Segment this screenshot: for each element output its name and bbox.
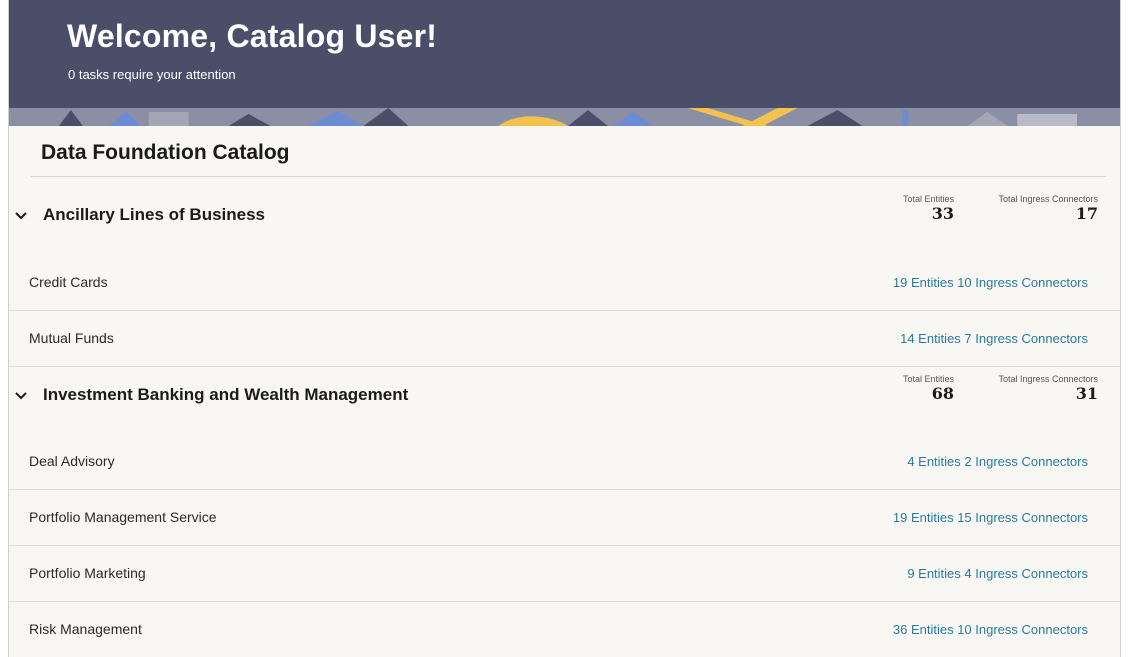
item-name: Portfolio Management Service xyxy=(29,509,217,525)
item-name: Risk Management xyxy=(29,621,142,637)
total-connectors-label: Total Ingress Connectors xyxy=(998,194,1098,204)
total-connectors-value: 17 xyxy=(1075,204,1098,223)
item-name: Portfolio Marketing xyxy=(29,565,146,581)
connectors-link[interactable]: 7 Ingress Connectors xyxy=(964,331,1088,346)
entities-link[interactable]: 36 Entities xyxy=(893,622,954,637)
total-entities-label: Total Entities xyxy=(902,194,954,204)
entities-link[interactable]: 9 Entities xyxy=(907,566,960,581)
item-counts: 19 Entities 15 Ingress Connectors xyxy=(893,510,1088,525)
entities-link[interactable]: 4 Entities xyxy=(907,454,960,469)
app-frame: Welcome, Catalog User! 0 tasks require y… xyxy=(8,0,1121,657)
group-title: Ancillary Lines of Business xyxy=(43,205,266,224)
banner-decoration xyxy=(9,108,1120,126)
group-title: Investment Banking and Wealth Management xyxy=(43,385,409,404)
connectors-link[interactable]: 10 Ingress Connectors xyxy=(957,622,1088,637)
group-header-investment[interactable]: Investment Banking and Wealth Management… xyxy=(9,368,1120,428)
total-entities-value: 33 xyxy=(931,204,954,223)
connectors-link[interactable]: 4 Ingress Connectors xyxy=(964,566,1088,581)
entities-link[interactable]: 19 Entities xyxy=(893,510,954,525)
catalog-card: Data Foundation Catalog Ancillary Lines … xyxy=(9,126,1120,657)
welcome-title: Welcome, Catalog User! xyxy=(67,18,438,54)
entities-link[interactable]: 14 Entities xyxy=(900,331,961,346)
connectors-link[interactable]: 2 Ingress Connectors xyxy=(964,454,1088,469)
item-counts: 14 Entities 7 Ingress Connectors xyxy=(900,331,1088,346)
group-header-ancillary[interactable]: Ancillary Lines of Business Total Entiti… xyxy=(9,188,1120,248)
list-item[interactable]: Credit Cards 19 Entities 10 Ingress Conn… xyxy=(9,255,1120,311)
total-connectors-label: Total Ingress Connectors xyxy=(998,374,1098,384)
list-item[interactable]: Mutual Funds 14 Entities 7 Ingress Conne… xyxy=(9,311,1120,367)
total-entities-label: Total Entities xyxy=(902,374,954,384)
total-connectors-value: 31 xyxy=(1075,384,1098,403)
total-entities-value: 68 xyxy=(931,384,954,403)
item-counts: 4 Entities 2 Ingress Connectors xyxy=(907,454,1088,469)
item-counts: 9 Entities 4 Ingress Connectors xyxy=(907,566,1088,581)
list-item[interactable]: Risk Management 36 Entities 10 Ingress C… xyxy=(9,602,1120,657)
connectors-link[interactable]: 15 Ingress Connectors xyxy=(957,510,1088,525)
item-name: Credit Cards xyxy=(29,274,108,290)
connectors-link[interactable]: 10 Ingress Connectors xyxy=(957,275,1088,290)
item-name: Mutual Funds xyxy=(29,330,114,346)
tasks-status: 0 tasks require your attention xyxy=(68,67,236,82)
catalog-title: Data Foundation Catalog xyxy=(41,141,290,164)
item-counts: 19 Entities 10 Ingress Connectors xyxy=(893,275,1088,290)
chevron-down-icon[interactable] xyxy=(13,388,29,404)
list-item[interactable]: Portfolio Marketing 9 Entities 4 Ingress… xyxy=(9,546,1120,602)
item-counts: 36 Entities 10 Ingress Connectors xyxy=(893,622,1088,637)
entities-link[interactable]: 19 Entities xyxy=(893,275,954,290)
welcome-banner: Welcome, Catalog User! 0 tasks require y… xyxy=(9,0,1120,126)
chevron-down-icon[interactable] xyxy=(13,208,29,224)
list-item[interactable]: Portfolio Management Service 19 Entities… xyxy=(9,490,1120,546)
item-name: Deal Advisory xyxy=(29,453,115,469)
list-item[interactable]: Deal Advisory 4 Entities 2 Ingress Conne… xyxy=(9,434,1120,490)
title-divider xyxy=(31,176,1106,177)
